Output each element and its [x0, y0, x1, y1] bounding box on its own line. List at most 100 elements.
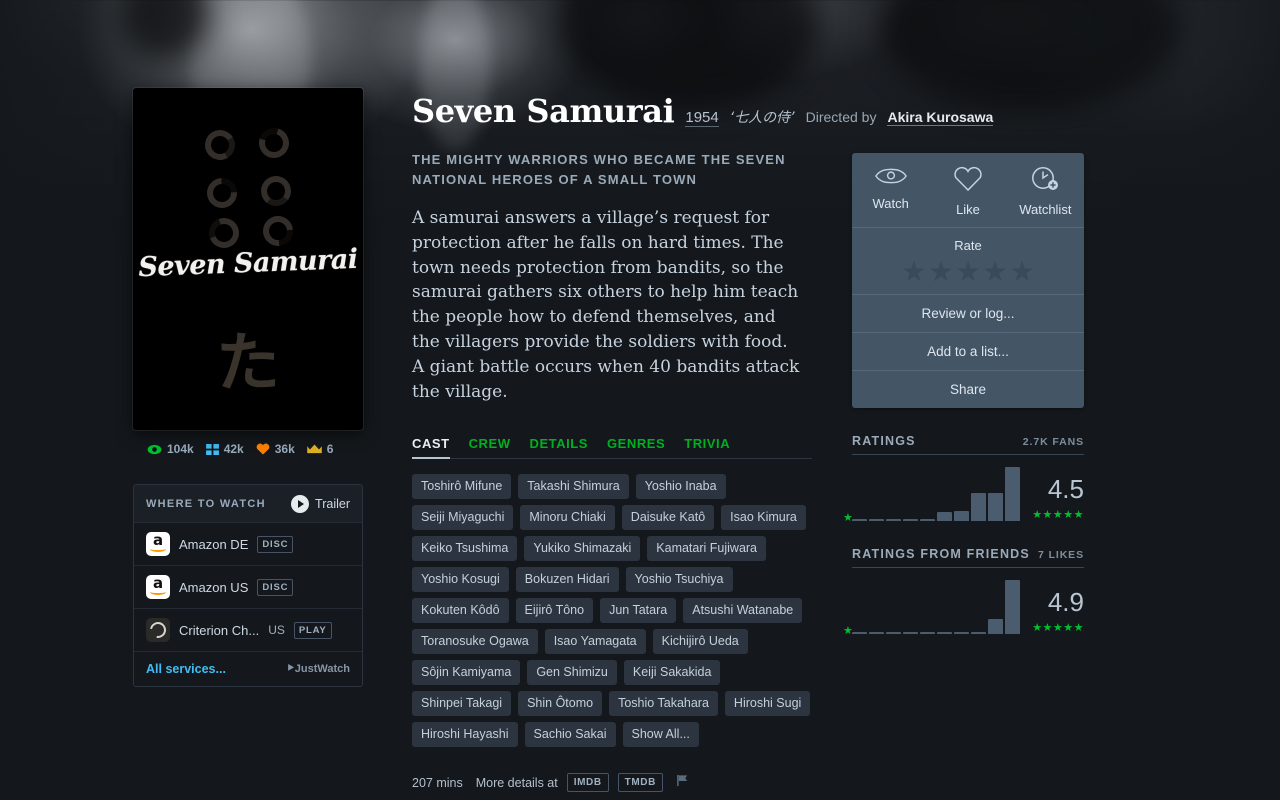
- tab-crew[interactable]: CREW: [469, 436, 511, 459]
- friends-average-rating-stars: ★★★★★: [1032, 622, 1084, 634]
- ratings-histogram-wrap: ★ 4.5 ★★★★★: [843, 465, 1084, 524]
- histogram-min-star-icon: ★: [843, 512, 853, 524]
- histogram-bar[interactable]: [852, 519, 867, 521]
- histogram-bar[interactable]: [1005, 467, 1020, 521]
- watch-label: Watch: [872, 196, 909, 211]
- cast-member-chip[interactable]: Daisuke Katô: [621, 505, 715, 531]
- tab-details[interactable]: DETAILS: [530, 436, 589, 459]
- friends-ratings-histogram[interactable]: ★: [843, 578, 1020, 637]
- watch-action[interactable]: Watch: [852, 153, 929, 227]
- director-link[interactable]: Akira Kurosawa: [887, 109, 994, 126]
- stat-watched[interactable]: 104k: [147, 442, 194, 456]
- histogram-bar[interactable]: [1005, 580, 1020, 634]
- service-badge: PLAY: [293, 621, 332, 639]
- like-action[interactable]: Like: [929, 153, 1006, 227]
- cast-member-chip[interactable]: Minoru Chiaki: [520, 505, 615, 531]
- cast-member-chip[interactable]: Hiroshi Sugi: [724, 691, 811, 717]
- cast-member-chip[interactable]: Isao Kimura: [721, 505, 806, 531]
- cast-member-chip[interactable]: Toshio Takahara: [609, 691, 718, 717]
- flag-icon[interactable]: [676, 774, 689, 792]
- justwatch-label: JustWatch: [294, 662, 350, 675]
- histogram-bar[interactable]: [920, 632, 935, 634]
- cast-member-chip[interactable]: Takashi Shimura: [518, 474, 629, 500]
- cast-member-chip[interactable]: Kamatari Fujiwara: [647, 536, 767, 562]
- cast-member-chip[interactable]: Yoshio Tsuchiya: [625, 567, 733, 593]
- cast-member-chip[interactable]: Isao Yamagata: [544, 629, 646, 655]
- cast-member-chip[interactable]: Hiroshi Hayashi: [412, 722, 518, 748]
- cast-member-chip[interactable]: Yoshio Inaba: [635, 474, 726, 500]
- tab-trivia[interactable]: TRIVIA: [684, 436, 730, 459]
- film-page: Seven Samurai 1954 ‘七人の侍’ Directed by Ak…: [0, 0, 1280, 800]
- histogram-bar[interactable]: [869, 632, 884, 634]
- histogram-bar[interactable]: [886, 632, 901, 634]
- histogram-bar[interactable]: [971, 632, 986, 634]
- rating-star[interactable]: ★: [901, 258, 926, 286]
- histogram-bar[interactable]: [954, 511, 969, 521]
- cast-member-chip[interactable]: Shin Ôtomo: [518, 691, 603, 717]
- review-or-log-button[interactable]: Review or log...: [852, 294, 1084, 332]
- ratings-section: RATINGS 2.7K FANS ★ 4.5 ★★★★★: [843, 434, 1084, 524]
- cast-member-chip[interactable]: Yukiko Shimazaki: [524, 536, 641, 562]
- cast-member-chip[interactable]: Sachio Sakai: [524, 722, 616, 748]
- where-to-watch-heading: WHERE TO WATCH: [146, 498, 266, 510]
- share-button[interactable]: Share: [852, 370, 1084, 408]
- poster-ring: [253, 122, 295, 164]
- cast-member-chip[interactable]: Kokuten Kôdô: [412, 598, 509, 624]
- rating-star[interactable]: ★: [1010, 258, 1035, 286]
- tmdb-link[interactable]: TMDB: [617, 773, 663, 793]
- cast-member-chip[interactable]: Sôjin Kamiyama: [412, 660, 521, 686]
- service-row-amazon-de[interactable]: a Amazon DE DISC: [134, 522, 362, 565]
- rating-star[interactable]: ★: [928, 258, 953, 286]
- cast-member-chip[interactable]: Atsushi Watanabe: [683, 598, 803, 624]
- ratings-title: RATINGS: [852, 434, 916, 448]
- tab-genres[interactable]: GENRES: [607, 436, 665, 459]
- histogram-bar[interactable]: [971, 493, 986, 521]
- rating-star[interactable]: ★: [983, 258, 1008, 286]
- poster-kanji: た: [216, 327, 280, 401]
- histogram-bar[interactable]: [903, 519, 918, 521]
- rating-star[interactable]: ★: [955, 258, 980, 286]
- show-all-cast-button[interactable]: Show All...: [622, 722, 699, 748]
- service-row-criterion[interactable]: Criterion Ch... US PLAY: [134, 608, 362, 651]
- cast-member-chip[interactable]: Bokuzen Hidari: [515, 567, 619, 593]
- histogram-bar[interactable]: [903, 632, 918, 634]
- cast-member-chip[interactable]: Seiji Miyaguchi: [412, 505, 514, 531]
- cast-member-chip[interactable]: Keiji Sakakida: [623, 660, 721, 686]
- watchlist-action[interactable]: Watchlist: [1007, 153, 1084, 227]
- histogram-bar[interactable]: [988, 618, 1003, 634]
- cast-member-chip[interactable]: Eijirô Tôno: [515, 598, 594, 624]
- runtime: 207 mins: [412, 775, 463, 790]
- stat-lists[interactable]: 42k: [205, 442, 244, 456]
- film-poster[interactable]: Seven Samurai た: [133, 88, 363, 430]
- add-to-list-button[interactable]: Add to a list...: [852, 332, 1084, 370]
- film-action-panel: Watch Like Watchlist Rate ★ ★ ★ ★ ★ Revi…: [852, 153, 1084, 408]
- friends-ratings-title: RATINGS FROM FRIENDS: [852, 547, 1030, 561]
- ratings-histogram[interactable]: ★: [843, 465, 1020, 524]
- cast-member-chip[interactable]: Toshirô Mifune: [412, 474, 512, 500]
- service-row-amazon-us[interactable]: a Amazon US DISC: [134, 565, 362, 608]
- histogram-bar[interactable]: [937, 512, 952, 521]
- stat-top-rank[interactable]: 6: [306, 442, 333, 456]
- stat-value: 104k: [167, 442, 194, 456]
- histogram-bar[interactable]: [937, 632, 952, 634]
- trailer-button[interactable]: Trailer: [291, 495, 350, 513]
- histogram-bar[interactable]: [920, 519, 935, 521]
- histogram-bar[interactable]: [852, 632, 867, 634]
- imdb-link[interactable]: IMDB: [566, 773, 609, 793]
- cast-member-chip[interactable]: Jun Tatara: [600, 598, 677, 624]
- action-buttons-row: Watch Like Watchlist: [852, 153, 1084, 227]
- histogram-bar[interactable]: [988, 493, 1003, 521]
- cast-member-chip[interactable]: Toranosuke Ogawa: [412, 629, 538, 655]
- histogram-bar[interactable]: [954, 632, 969, 634]
- cast-member-chip[interactable]: Shinpei Takagi: [412, 691, 512, 717]
- cast-member-chip[interactable]: Gen Shimizu: [527, 660, 617, 686]
- stat-likes[interactable]: 36k: [256, 442, 295, 456]
- histogram-bar[interactable]: [886, 519, 901, 521]
- histogram-bar[interactable]: [869, 519, 884, 521]
- tab-cast[interactable]: CAST: [412, 436, 450, 460]
- cast-member-chip[interactable]: Keiko Tsushima: [412, 536, 518, 562]
- rating-stars[interactable]: ★ ★ ★ ★ ★: [852, 258, 1084, 286]
- cast-member-chip[interactable]: Yoshio Kosugi: [412, 567, 509, 593]
- cast-member-chip[interactable]: Kichijirô Ueda: [652, 629, 748, 655]
- all-services-link[interactable]: All services...: [146, 662, 226, 676]
